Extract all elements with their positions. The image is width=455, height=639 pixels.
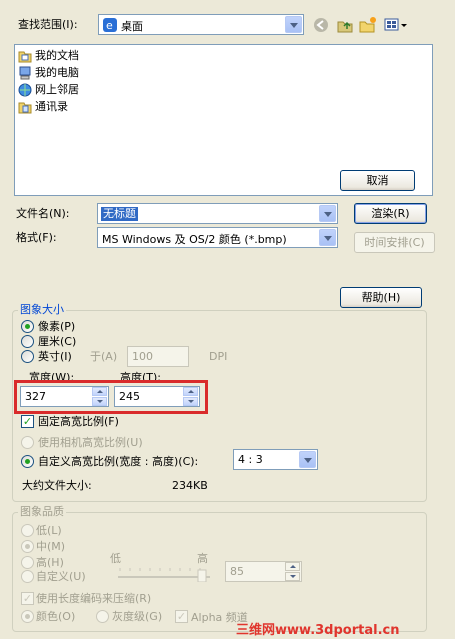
unit-cm-label: 厘米(C) <box>38 335 77 348</box>
quality-value-input[interactable]: 85 <box>225 561 302 582</box>
fixed-ratio-label: 固定高宽比例(F) <box>38 415 119 428</box>
fixed-ratio-checkbox[interactable]: ✓ <box>21 415 34 428</box>
image-size-title: 图象大小 <box>18 303 66 317</box>
filesize-value: 234KB <box>172 479 208 492</box>
quality-high-label: 高(H) <box>36 556 64 569</box>
back-icon[interactable] <box>313 17 329 33</box>
folder-documents-icon <box>18 49 32 63</box>
ratio-dropdown[interactable]: 4 : 3 <box>233 449 318 470</box>
chevron-down-icon[interactable] <box>299 451 316 468</box>
quality-title: 图象品质 <box>18 505 66 519</box>
filename-label: 文件名(N): <box>16 207 70 220</box>
rle-label: 使用长度编码来压缩(R) <box>36 592 152 605</box>
format-value: MS Windows 及 OS/2 颜色 (*.bmp) <box>102 233 287 246</box>
cancel-button[interactable]: 取消 <box>340 170 415 191</box>
color-label: 颜色(O) <box>36 610 76 623</box>
filesize-label: 大约文件大小: <box>22 479 92 492</box>
unit-pixel-label: 像素(P) <box>38 320 76 333</box>
svg-text:e: e <box>106 19 113 32</box>
filename-field[interactable]: 无标题 <box>97 203 338 224</box>
lookin-label: 查找范围(I): <box>18 18 78 31</box>
schedule-button[interactable]: 时间安排(C) <box>354 232 435 253</box>
unit-cm-radio[interactable] <box>21 335 34 348</box>
format-dropdown[interactable]: MS Windows 及 OS/2 颜色 (*.bmp) <box>97 227 338 248</box>
quality-medium-label: 中(M) <box>36 540 66 553</box>
network-icon <box>18 83 32 97</box>
chevron-down-icon[interactable] <box>319 205 336 222</box>
quality-medium-radio[interactable] <box>21 540 34 553</box>
lookin-value: 桌面 <box>121 20 143 33</box>
camera-ratio-radio[interactable] <box>21 436 34 449</box>
custom-ratio-label: 自定义高宽比例(宽度 : 高度)(C): <box>38 455 199 468</box>
rle-checkbox[interactable]: ✓ <box>21 592 34 605</box>
unit-inch-label: 英寸(I) <box>38 350 72 363</box>
format-label: 格式(F): <box>16 231 57 244</box>
dpi-input[interactable]: 100 <box>127 346 189 367</box>
slider-high-label: 高 <box>197 552 208 565</box>
quality-custom-label: 自定义(U) <box>36 570 86 583</box>
unit-inch-radio[interactable] <box>21 350 34 363</box>
chevron-down-icon[interactable] <box>319 229 336 246</box>
file-list[interactable]: 我的文档 我的电脑 网上邻居 通讯录 取消 <box>14 44 433 196</box>
quality-slider[interactable] <box>116 566 212 583</box>
dpi-label: DPI <box>209 350 228 363</box>
addressbook-icon <box>18 100 32 114</box>
save-button[interactable]: 渲染(R) <box>354 203 427 224</box>
quality-custom-radio[interactable] <box>21 570 34 583</box>
view-menu-icon[interactable] <box>384 17 408 33</box>
alpha-checkbox[interactable]: ✓ <box>175 610 188 623</box>
watermark-text: 三维网www.3dportal.cn <box>236 623 400 638</box>
color-radio[interactable] <box>21 610 34 623</box>
unit-pixel-radio[interactable] <box>21 320 34 333</box>
spin-down-icon[interactable] <box>285 572 300 581</box>
quality-high-radio[interactable] <box>21 556 34 569</box>
new-folder-icon[interactable] <box>359 16 377 34</box>
slider-low-label: 低 <box>110 552 121 565</box>
gray-label: 灰度级(G) <box>112 610 163 623</box>
lookin-dropdown[interactable]: e 桌面 <box>98 14 304 35</box>
computer-icon <box>18 66 32 80</box>
filename-value: 无标题 <box>101 207 138 221</box>
help-button[interactable]: 帮助(H) <box>340 287 422 308</box>
up-folder-icon[interactable] <box>336 16 354 34</box>
highlight-annotation <box>14 380 208 414</box>
gray-radio[interactable] <box>96 610 109 623</box>
spin-up-icon[interactable] <box>285 562 300 571</box>
quality-low-radio[interactable] <box>21 524 34 537</box>
quality-low-label: 低(L) <box>36 524 62 537</box>
camera-ratio-label: 使用相机高宽比例(U) <box>38 436 143 449</box>
desktop-icon: e <box>102 17 118 33</box>
at-label: 于(A) <box>90 350 118 363</box>
chevron-down-icon[interactable] <box>285 16 302 33</box>
custom-ratio-radio[interactable] <box>21 455 34 468</box>
